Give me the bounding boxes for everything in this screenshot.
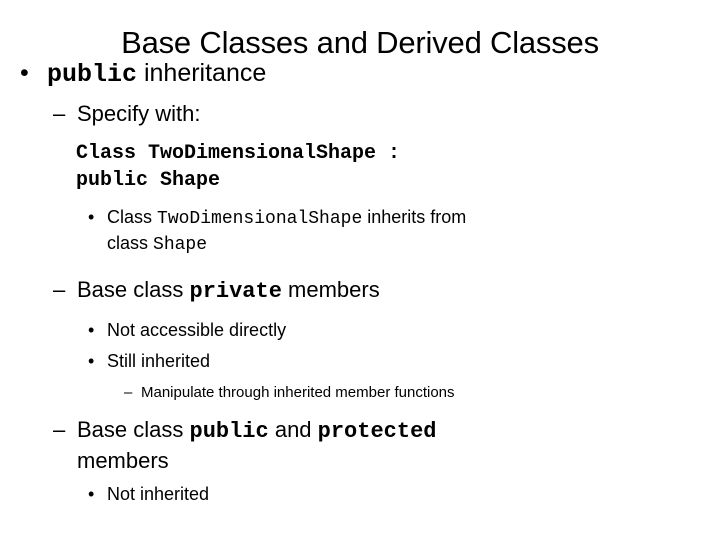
bullet-level2-text: Base class public and protected members <box>77 415 720 475</box>
bullet-dash-icon: – <box>124 384 133 401</box>
bullet-dot-icon: • <box>88 320 95 340</box>
bullet-level3-inherits-from: • Class TwoDimensionalShape inherits fro… <box>0 205 720 257</box>
inherits-line2: class Shape <box>107 231 720 257</box>
code-line-declaration: Class TwoDimensionalShape : <box>76 142 401 165</box>
pubprot-part2: and <box>268 417 318 442</box>
bullet-level3-not-accessible: • Not accessible directly <box>0 318 720 342</box>
bullet-level3-text: Still inherited <box>107 351 211 371</box>
inherits-part1: Class <box>107 207 158 227</box>
pubprot-line2: members <box>77 448 169 473</box>
slide-body: • public inheritance – Specify with: Cla… <box>0 58 720 506</box>
bullet-level1-public-inheritance: • public inheritance <box>0 58 720 90</box>
bullet-level3-text: Class TwoDimensionalShape inherits from c… <box>107 205 720 257</box>
bullet-dash-icon: – <box>53 101 66 126</box>
type-two-dimensional-shape: TwoDimensionalShape <box>157 209 363 229</box>
bullet-level2-text: Base class private members <box>77 275 720 306</box>
private-part1: Base class <box>77 277 190 302</box>
bullet-level2-private-members: – Base class private members <box>0 275 720 306</box>
keyword-protected: protected <box>317 419 437 444</box>
bullet-dot-icon: • <box>88 351 95 371</box>
slide-canvas: Base Classes and Derived Classes • publi… <box>0 0 720 540</box>
bullet-level2-specify-with: – Specify with: <box>0 99 720 128</box>
bullet-level3-text: Not accessible directly <box>107 320 287 340</box>
bullet-dot-icon: • <box>20 59 29 87</box>
bullet-level3-still-inherited: • Still inherited <box>0 349 720 373</box>
pubprot-part1: Base class <box>77 417 190 442</box>
keyword-public: public <box>47 60 138 89</box>
bullet-dash-icon: – <box>53 417 66 442</box>
page-title: Base Classes and Derived Classes <box>121 24 599 60</box>
type-shape: Shape <box>153 235 208 255</box>
bullet-level3-not-inherited: • Not inherited <box>0 482 720 506</box>
private-part2: members <box>281 277 380 302</box>
bullet-level1-text: public inheritance <box>47 58 720 90</box>
inherits-part2: inherits from <box>362 207 467 227</box>
inherits-part3: class <box>107 233 154 253</box>
keyword-public: public <box>189 419 269 444</box>
code-line-base: public Shape <box>76 169 221 192</box>
bullet-level4-manipulate: – Manipulate through inherited member fu… <box>0 382 720 403</box>
keyword-private: private <box>189 279 282 304</box>
bullet-level4-text: Manipulate through inherited member func… <box>141 384 455 401</box>
bullet-dot-icon: • <box>88 207 95 227</box>
bullet-level1-rest: inheritance <box>137 59 267 87</box>
bullet-dash-icon: – <box>53 277 66 302</box>
bullet-level3-text: Not inherited <box>107 484 210 504</box>
bullet-level2-public-protected-members: – Base class public and protected members <box>0 415 720 475</box>
bullet-level2-text: Specify with: <box>77 101 201 126</box>
bullet-dot-icon: • <box>88 484 95 504</box>
